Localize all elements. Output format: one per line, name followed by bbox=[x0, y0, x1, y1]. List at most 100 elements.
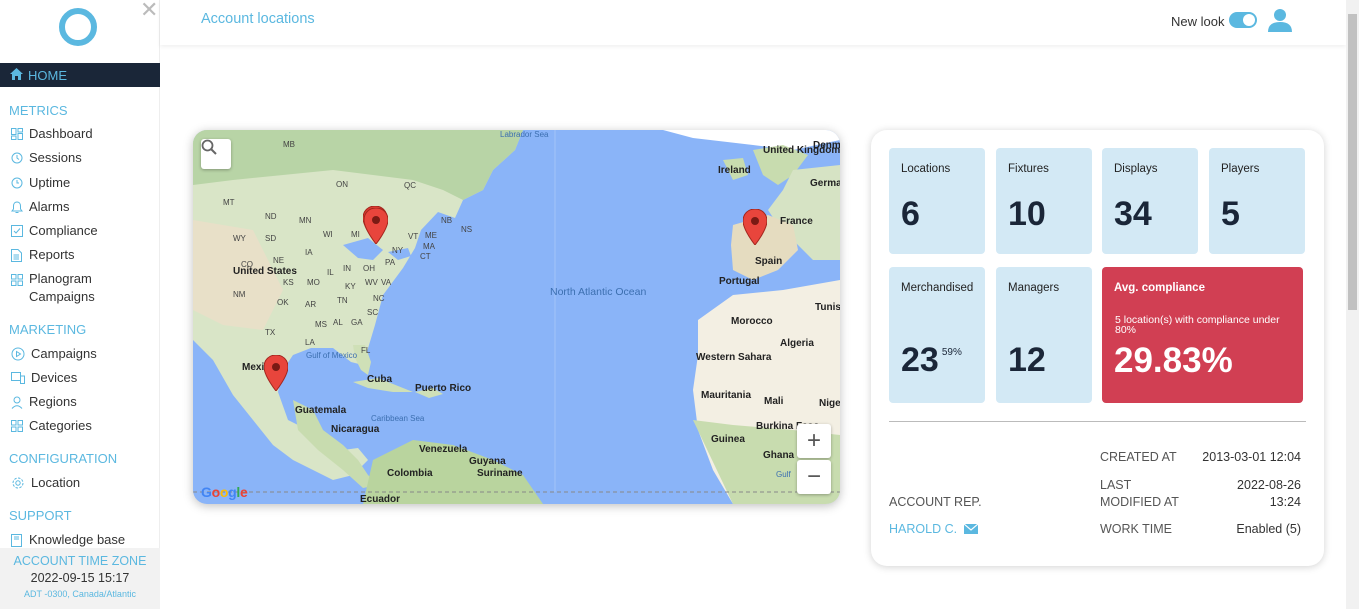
map-label: AL bbox=[333, 318, 343, 327]
map-label: NE bbox=[273, 256, 285, 265]
map-label: Spain bbox=[755, 256, 783, 267]
timezone-title: ACCOUNT TIME ZONE bbox=[13, 554, 147, 568]
stat-value: 6 bbox=[901, 195, 920, 233]
map-label: AR bbox=[305, 300, 317, 309]
document-icon bbox=[10, 248, 23, 262]
user-icon[interactable] bbox=[1267, 7, 1293, 38]
stat-card-displays[interactable]: Displays 34 bbox=[1102, 148, 1198, 254]
stat-label: Managers bbox=[1008, 282, 1060, 294]
map-label: MA bbox=[423, 242, 435, 251]
map-label: TN bbox=[337, 296, 348, 305]
sidebar-item-alarms[interactable]: Alarms bbox=[10, 198, 155, 216]
stat-value: 23 59% bbox=[901, 341, 962, 380]
stat-card-locations[interactable]: Locations 6 bbox=[889, 148, 985, 254]
map-label: Nige bbox=[819, 398, 840, 409]
sidebar-item-dashboard[interactable]: Dashboard bbox=[10, 125, 155, 143]
new-look-toggle[interactable] bbox=[1229, 12, 1257, 28]
location-marker[interactable] bbox=[264, 355, 288, 391]
sidebar-item-devices[interactable]: Devices bbox=[10, 369, 155, 387]
map-label: WV bbox=[365, 278, 378, 287]
map-label: Ireland bbox=[718, 165, 751, 176]
map-label: ON bbox=[336, 180, 348, 189]
stat-card-managers[interactable]: Managers 12 bbox=[996, 267, 1092, 403]
map-label: Gulf of Mexico bbox=[306, 351, 358, 360]
section-configuration: CONFIGURATION bbox=[9, 451, 118, 466]
map-label: NM bbox=[233, 290, 246, 299]
last-modified-value: 2022-08-26 13:24 bbox=[1237, 478, 1301, 509]
sidebar-item-label: Compliance bbox=[29, 223, 98, 238]
map-label: Guatemala bbox=[295, 405, 347, 416]
stat-percent: 59% bbox=[941, 347, 962, 358]
sidebar-item-label: Alarms bbox=[29, 199, 70, 214]
sidebar-item-uptime[interactable]: Uptime bbox=[10, 174, 155, 192]
map-label: United Kingdom bbox=[763, 145, 840, 156]
map-label: Venezuela bbox=[419, 444, 468, 455]
sidebar-item-label: Campaigns bbox=[31, 346, 97, 361]
clock-icon bbox=[10, 177, 23, 190]
sidebar-item-regions[interactable]: Regions bbox=[10, 393, 155, 411]
app-logo[interactable] bbox=[59, 8, 97, 46]
home-icon bbox=[10, 67, 23, 83]
zoom-in-button[interactable]: + bbox=[797, 424, 831, 458]
devices-icon bbox=[10, 372, 25, 385]
map-label: Algeria bbox=[780, 338, 814, 349]
map-label: Burkina Faso bbox=[756, 421, 820, 432]
account-stats-panel: Locations 6 Fixtures 10 Displays 34 Play… bbox=[871, 130, 1324, 566]
map-label: MT bbox=[223, 198, 235, 207]
stat-label: Merchandised bbox=[901, 282, 974, 294]
created-at-label: CREATED AT bbox=[1100, 450, 1177, 464]
sidebar-item-label: Sessions bbox=[29, 150, 82, 165]
map-pin-icon bbox=[10, 396, 23, 409]
page-scrollbar[interactable] bbox=[1346, 0, 1359, 609]
map-label: MN bbox=[299, 216, 312, 225]
sidebar-item-categories[interactable]: Categories bbox=[10, 417, 155, 435]
map-label: LA bbox=[305, 338, 315, 347]
map-label: NS bbox=[461, 225, 473, 234]
map-label: Labrador Sea bbox=[500, 130, 549, 139]
account-rep-name: HAROLD C. bbox=[889, 522, 958, 536]
map-label: NC bbox=[373, 294, 385, 303]
close-icon[interactable]: ✕ bbox=[140, 0, 158, 23]
map-label: SD bbox=[265, 234, 277, 243]
sidebar-item-knowledge-base[interactable]: Knowledge base bbox=[10, 531, 155, 549]
map-label: VT bbox=[408, 232, 419, 241]
map-label: MO bbox=[307, 278, 320, 287]
account-rep-link[interactable]: HAROLD C. bbox=[889, 522, 978, 537]
sidebar-item-label: Devices bbox=[31, 370, 78, 385]
location-marker[interactable] bbox=[364, 208, 388, 244]
sidebar-item-compliance[interactable]: Compliance bbox=[10, 222, 155, 240]
sidebar-item-label: Reports bbox=[29, 247, 75, 262]
timezone-zone[interactable]: ADT -0300, Canada/Atlantic bbox=[0, 589, 160, 599]
map-label: Germa bbox=[810, 178, 840, 189]
sidebar-item-campaigns[interactable]: Campaigns bbox=[10, 345, 155, 363]
location-marker[interactable] bbox=[743, 209, 767, 245]
map-label: VA bbox=[381, 278, 392, 287]
map-label: Guyana bbox=[469, 456, 506, 467]
scrollbar-thumb[interactable] bbox=[1348, 14, 1357, 310]
stat-value: 29.83% bbox=[1114, 341, 1233, 380]
map-search-icon[interactable] bbox=[201, 139, 231, 169]
map-label: Portugal bbox=[719, 276, 760, 287]
map-label: Nicaragua bbox=[331, 424, 380, 435]
mail-icon[interactable] bbox=[963, 523, 978, 537]
map-label: IA bbox=[305, 248, 313, 257]
stat-card-avg-compliance[interactable]: Avg. compliance 5 location(s) with compl… bbox=[1102, 267, 1303, 403]
sidebar-item-sessions[interactable]: Sessions bbox=[10, 149, 155, 167]
map-label: Suriname bbox=[477, 468, 523, 479]
sidebar-item-reports[interactable]: Reports bbox=[10, 246, 155, 264]
map-label: ND bbox=[265, 212, 277, 221]
timezone-box: ACCOUNT TIME ZONE 2022-09-15 15:17 ADT -… bbox=[0, 548, 160, 609]
map-label: OH bbox=[363, 264, 375, 273]
stat-card-fixtures[interactable]: Fixtures 10 bbox=[996, 148, 1092, 254]
zoom-out-button[interactable]: − bbox=[797, 460, 831, 494]
sidebar-item-label: Knowledge base bbox=[29, 532, 126, 547]
work-time-label: WORK TIME bbox=[1100, 522, 1172, 536]
sidebar-item-planogram-campaigns[interactable]: Planogram Campaigns bbox=[10, 270, 155, 306]
sidebar-item-location[interactable]: Location bbox=[10, 474, 155, 492]
stat-card-merchandised[interactable]: Merchandised 23 59% bbox=[889, 267, 985, 403]
stat-card-players[interactable]: Players 5 bbox=[1209, 148, 1305, 254]
locations-map[interactable]: Labrador Sea MB ON QC NB NS MT ND MN WI … bbox=[193, 130, 840, 504]
sidebar-item-home[interactable]: HOME bbox=[0, 63, 160, 87]
work-time-value: Enabled (5) bbox=[1236, 522, 1301, 536]
checkbox-icon bbox=[10, 225, 23, 238]
